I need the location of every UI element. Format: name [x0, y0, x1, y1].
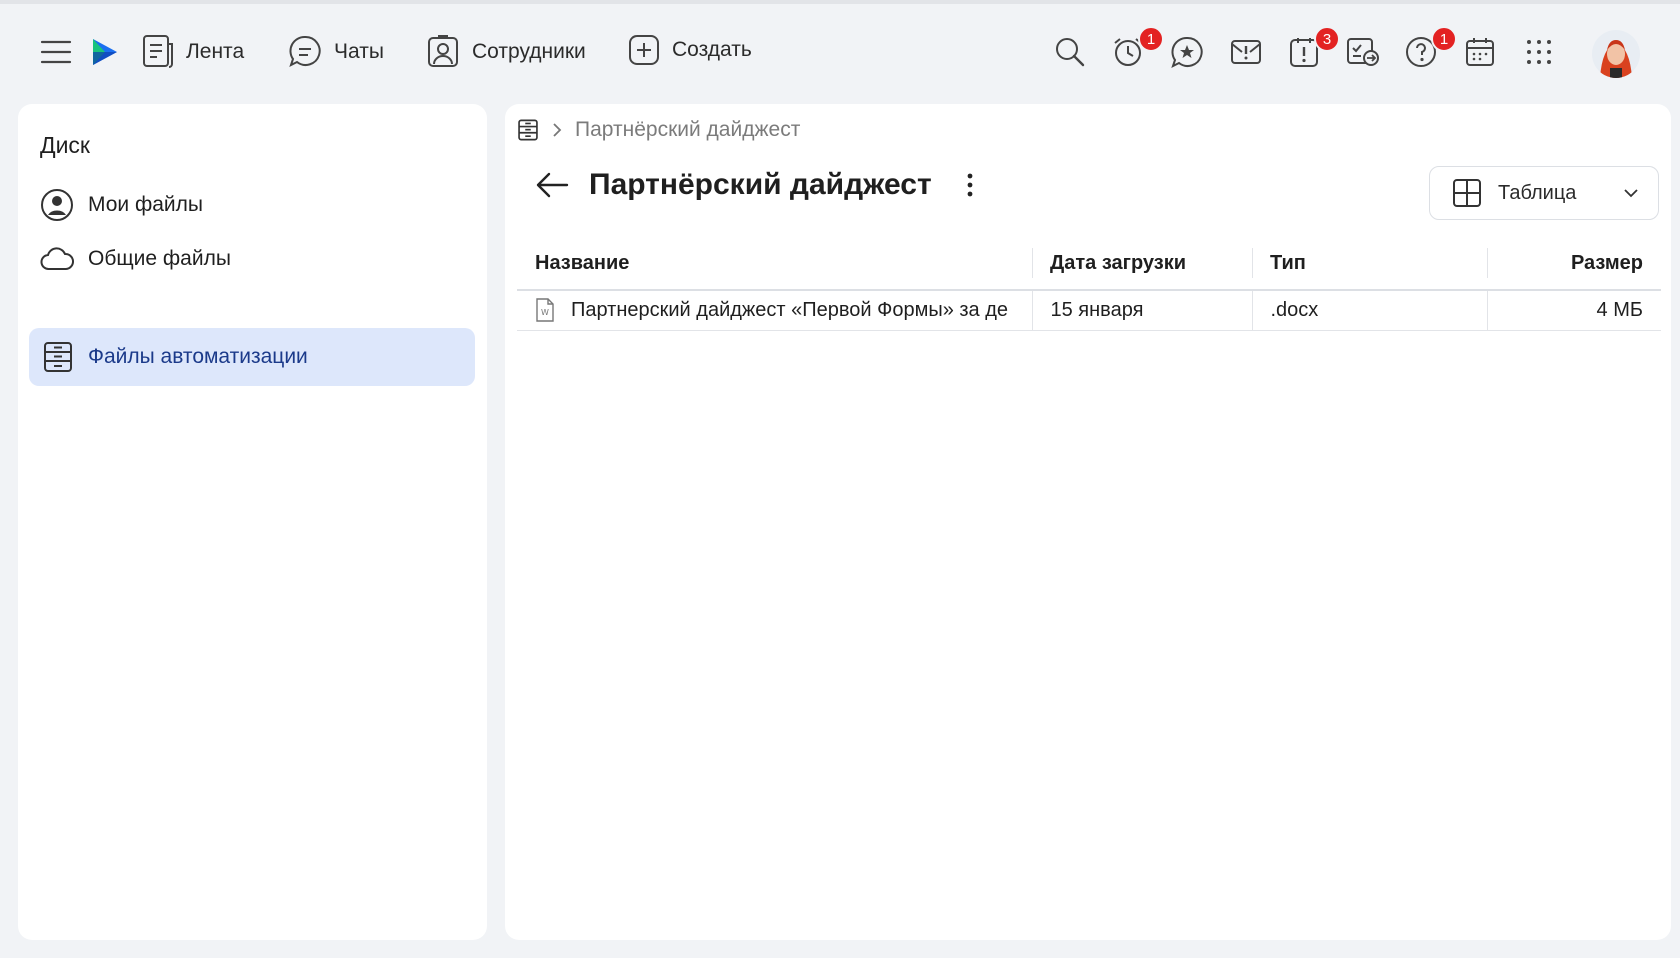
feed-icon	[142, 34, 174, 70]
tasks-icon[interactable]: 3	[1284, 26, 1340, 72]
breadcrumb: Партнёрский дайджест	[517, 118, 800, 142]
cabinet-icon	[42, 341, 74, 373]
sidebar-title: Диск	[40, 132, 90, 158]
table-header-row: Название Дата загрузки Тип Размер	[517, 238, 1661, 291]
help-icon[interactable]: 1	[1401, 26, 1457, 72]
sidebar-item-label: Общие файлы	[88, 247, 231, 270]
search-icon[interactable]	[1050, 32, 1090, 72]
top-bar: Лента Чаты Сотрудники Создать 1 3 1	[0, 4, 1680, 104]
file-name: Партнерский дайджест «Первой Формы» за д…	[571, 298, 1009, 321]
breadcrumb-current[interactable]: Партнёрский дайджест	[575, 118, 800, 142]
favorite-chat-icon[interactable]	[1167, 32, 1207, 72]
nav-employees-label: Сотрудники	[472, 40, 586, 63]
file-type-cell: .docx	[1251, 290, 1487, 331]
more-vertical-icon[interactable]	[966, 172, 974, 198]
nav-employees[interactable]: Сотрудники	[426, 34, 586, 70]
nav-feed-label: Лента	[186, 40, 245, 63]
chevron-right-icon	[551, 121, 563, 139]
approval-icon[interactable]	[1343, 32, 1383, 72]
user-circle-icon	[40, 188, 74, 222]
cloud-icon	[40, 246, 74, 272]
sidebar-item-my-files[interactable]: Мои файлы	[40, 188, 203, 222]
sidebar-item-shared-files[interactable]: Общие файлы	[40, 246, 231, 272]
word-document-icon: W	[535, 298, 555, 322]
view-mode-select[interactable]: Таблица	[1429, 166, 1659, 220]
back-arrow-icon[interactable]	[535, 171, 569, 199]
table-grid-icon	[1452, 178, 1482, 208]
nav-create-label: Создать	[672, 38, 752, 61]
page-title: Партнёрский дайджест	[589, 168, 932, 201]
nav-chats[interactable]: Чаты	[288, 34, 384, 70]
cabinet-icon[interactable]	[517, 119, 539, 141]
sidebar: Диск Мои файлы Общие файлы Файлы автомат…	[18, 104, 487, 940]
sidebar-item-automation-files[interactable]: Файлы автоматизации	[29, 328, 475, 386]
logo-icon[interactable]	[84, 32, 124, 72]
alarm-clock-icon[interactable]: 1	[1108, 26, 1164, 72]
hamburger-menu-icon[interactable]	[36, 32, 76, 72]
employees-icon	[426, 34, 460, 70]
file-date-cell: 15 января	[1031, 290, 1252, 331]
files-table: Название Дата загрузки Тип Размер W Парт…	[517, 238, 1661, 331]
calendar-icon[interactable]	[1460, 32, 1500, 72]
main-panel: Партнёрский дайджест Партнёрский дайджес…	[505, 104, 1671, 940]
column-header-upload-date[interactable]: Дата загрузки	[1032, 238, 1252, 291]
file-name-cell[interactable]: W Партнерский дайджест «Первой Формы» за…	[517, 290, 1032, 331]
alert-mail-icon[interactable]	[1226, 32, 1266, 72]
user-avatar[interactable]	[1592, 30, 1640, 78]
page-header: Партнёрский дайджест	[535, 168, 974, 202]
column-header-name[interactable]: Название	[517, 238, 1032, 291]
svg-text:W: W	[541, 308, 549, 317]
sidebar-item-label: Мои файлы	[88, 193, 204, 216]
file-size-cell: 4 МБ	[1486, 290, 1661, 331]
apps-grid-icon[interactable]	[1519, 32, 1559, 72]
help-badge: 1	[1431, 26, 1457, 52]
sidebar-item-label: Файлы автоматизации	[88, 345, 308, 368]
tasks-badge: 3	[1314, 26, 1340, 52]
nav-create[interactable]: Создать	[628, 34, 752, 66]
chat-icon	[288, 34, 322, 70]
nav-feed[interactable]: Лента	[142, 34, 244, 70]
nav-chats-label: Чаты	[334, 40, 384, 63]
table-row[interactable]: W Партнерский дайджест «Первой Формы» за…	[517, 290, 1661, 331]
reminders-badge: 1	[1138, 26, 1164, 52]
chevron-down-icon	[1622, 187, 1640, 199]
view-mode-label: Таблица	[1498, 181, 1577, 204]
column-header-size[interactable]: Размер	[1487, 238, 1661, 291]
plus-square-icon	[628, 34, 660, 66]
column-header-type[interactable]: Тип	[1252, 238, 1487, 291]
